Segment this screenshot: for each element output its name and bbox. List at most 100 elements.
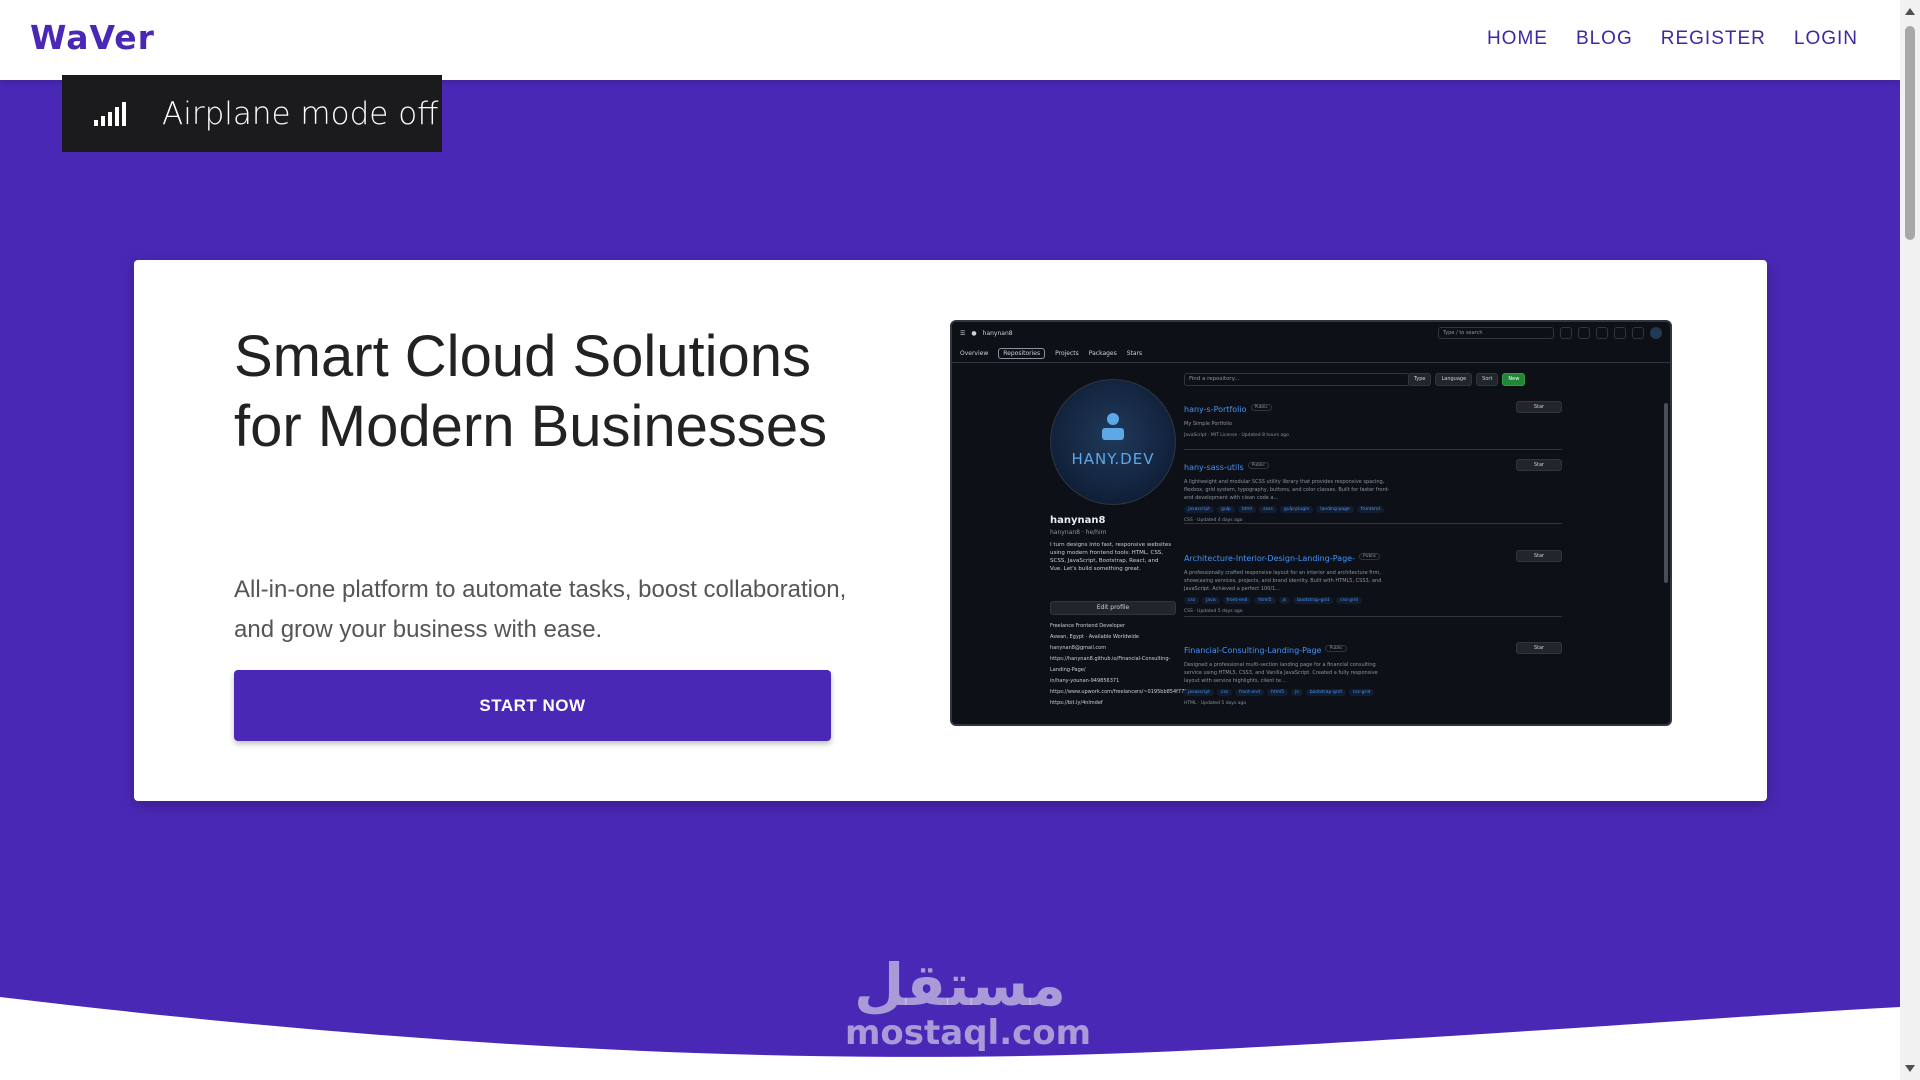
repo-name: Financial-Consulting-Landing-Page [1184, 646, 1322, 655]
toast-text: Airplane mode off [162, 95, 439, 132]
repo-desc: Designed a professional multi-section la… [1184, 662, 1378, 684]
airplane-mode-toast: Airplane mode off [62, 75, 442, 152]
gh-repo-item: Financial-Consulting-Landing-Page Public … [1184, 638, 1562, 710]
nav-links: HOME BLOG REGISTER LOGIN [1487, 28, 1858, 50]
gh-header: ☰ ● hanynan8 Type / to search [952, 322, 1670, 344]
issues-icon [1596, 327, 1608, 339]
repo-tag: js [1278, 597, 1291, 604]
brand-logo[interactable]: WaVer [30, 18, 155, 57]
nav-blog[interactable]: BLOG [1576, 28, 1633, 50]
repo-tag: html5 [1266, 689, 1289, 696]
copilot-icon [1560, 327, 1572, 339]
repo-badge: Public [1247, 462, 1269, 469]
gh-type-button: Type [1408, 373, 1432, 386]
repo-tag: front-end [1235, 689, 1264, 696]
repo-tag: gulp [1216, 506, 1235, 513]
star-button: Star [1516, 642, 1562, 654]
gh-repo-item: Architecture-Interior-Design-Landing-Pag… [1184, 546, 1562, 617]
repo-name: Architecture-Interior-Design-Landing-Pag… [1184, 554, 1355, 563]
repo-tags: javascript gulp html sass gulp-plugin la… [1184, 506, 1562, 513]
repo-badge: Public [1250, 404, 1272, 411]
repo-footer: CSS · Updated 4 days ago [1184, 518, 1243, 523]
repo-desc: A lightweight and modular SCSS utility l… [1184, 479, 1390, 501]
repo-tag: frontend [1356, 506, 1384, 513]
watermark-arabic: مستقل [853, 951, 1067, 1019]
nav-home[interactable]: HOME [1487, 28, 1548, 50]
gh-language-button: Language [1435, 373, 1473, 386]
repo-tag: gulp-plugin [1279, 506, 1314, 513]
repo-badge: Public [1358, 553, 1381, 560]
repo-tag: css [1184, 597, 1200, 604]
repo-desc: My Simple Portfolio [1184, 421, 1233, 427]
avatar-small-icon [1650, 327, 1662, 339]
repo-badge: Public [1325, 645, 1347, 652]
gh-repo-filter: Find a repository... [1184, 373, 1410, 386]
gh-scrollbar [1664, 403, 1668, 583]
repo-tag: css-grid [1336, 597, 1362, 604]
signal-bars-icon [94, 101, 126, 126]
page-scrollbar[interactable] [1900, 0, 1920, 1080]
repo-footer: HTML · Updated 5 days ago [1184, 701, 1247, 706]
github-logo-icon: ● [971, 329, 977, 337]
star-button: Star [1516, 459, 1562, 471]
repo-footer: CSS · Updated 5 days ago [1184, 609, 1243, 614]
nav-login[interactable]: LOGIN [1794, 28, 1858, 50]
gh-meta-item: https://hanynan8.github.io/Financial-Con… [1050, 656, 1171, 673]
gh-tab-stars: Stars [1126, 349, 1143, 357]
gh-meta-item: hanynan8@gmail.com [1050, 645, 1107, 651]
pulls-icon [1614, 327, 1626, 339]
developer-figure-icon [1102, 413, 1124, 440]
star-button: Star [1516, 401, 1562, 413]
hero-title: Smart Cloud Solutions for Modern Busines… [234, 324, 828, 459]
gh-repo-item: hany-sass-utils Public A lightweight and … [1184, 455, 1562, 524]
repo-tag: javascript [1184, 689, 1214, 696]
repo-tag: css-grid [1348, 689, 1375, 696]
repo-desc: A professionally crafted responsive layo… [1184, 570, 1382, 592]
gh-top-user: hanynan8 [982, 329, 1013, 337]
gh-meta-item: https://bit.ly/4nlmdef [1050, 700, 1103, 706]
repo-tag: js [1291, 689, 1303, 696]
gh-sort-button: Sort [1476, 373, 1499, 386]
repo-tags: javascript css front-end html5 js bootst… [1184, 689, 1562, 696]
hero-subtitle: All-in-one platform to automate tasks, b… [234, 576, 847, 643]
repo-tag: javascript [1184, 506, 1214, 513]
gh-avatar: HANY.DEV [1050, 379, 1176, 505]
repo-tag: sass [1259, 506, 1277, 513]
repo-tag: html5 [1254, 597, 1276, 604]
hero-card: Smart Cloud Solutions for Modern Busines… [134, 260, 1767, 801]
gh-username: hanynan8 [1050, 515, 1106, 526]
repo-name: hany-s-Portfolio [1184, 405, 1247, 414]
gh-tab-repositories: Repositories [998, 347, 1046, 359]
repo-name: hany-sass-utils [1184, 463, 1244, 472]
repo-tag: bootstrap-grid [1305, 689, 1346, 696]
gh-edit-profile: Edit profile [1050, 601, 1176, 615]
gh-search: Type / to search [1438, 327, 1554, 339]
scroll-up-icon[interactable] [1905, 8, 1915, 15]
gh-tab-overview: Overview [960, 349, 989, 357]
gh-bio: I turn designs into fast, responsive web… [1050, 542, 1172, 572]
gh-repo-item: hany-s-Portfolio Public My Simple Portfol… [1184, 397, 1562, 450]
avatar-text: HANY.DEV [1071, 450, 1155, 468]
gh-tabs: Overview Repositories Projects Packages … [952, 344, 1670, 363]
nav-register[interactable]: REGISTER [1661, 28, 1766, 50]
gh-meta-item: in/hany-younan-949856371 [1050, 678, 1120, 684]
gh-meta-list: Freelance Frontend Developer Aswan, Egyp… [1050, 621, 1199, 709]
gh-tab-projects: Projects [1055, 349, 1079, 357]
plus-icon [1578, 327, 1590, 339]
github-profile-screenshot: ☰ ● hanynan8 Type / to search Overview R… [950, 320, 1672, 726]
gh-meta-item: Aswan, Egypt · Available Worldwide [1050, 634, 1139, 640]
gh-handle: hanynan8 · he/him [1050, 529, 1107, 536]
star-button: Star [1516, 550, 1562, 562]
repo-tags: css java front-end html5 js bootstrap-gr… [1184, 597, 1562, 604]
scroll-thumb[interactable] [1905, 26, 1915, 240]
gh-tab-packages: Packages [1088, 349, 1117, 357]
gh-body: HANY.DEV hanynan8 hanynan8 · he/him I tu… [952, 363, 1670, 723]
repo-footer: JavaScript · MIT License · Updated 8 hou… [1184, 433, 1289, 438]
gh-filter-buttons: Type Language Sort New [1408, 373, 1526, 386]
start-now-button[interactable]: START NOW [234, 670, 831, 741]
gh-new-button: New [1502, 373, 1526, 386]
repo-tag: bootstrap-grid [1293, 597, 1334, 604]
mostaql-watermark: مستقل mostaql.com [845, 951, 1091, 1051]
repo-tag: html [1237, 506, 1257, 513]
scroll-down-icon[interactable] [1905, 1065, 1915, 1072]
